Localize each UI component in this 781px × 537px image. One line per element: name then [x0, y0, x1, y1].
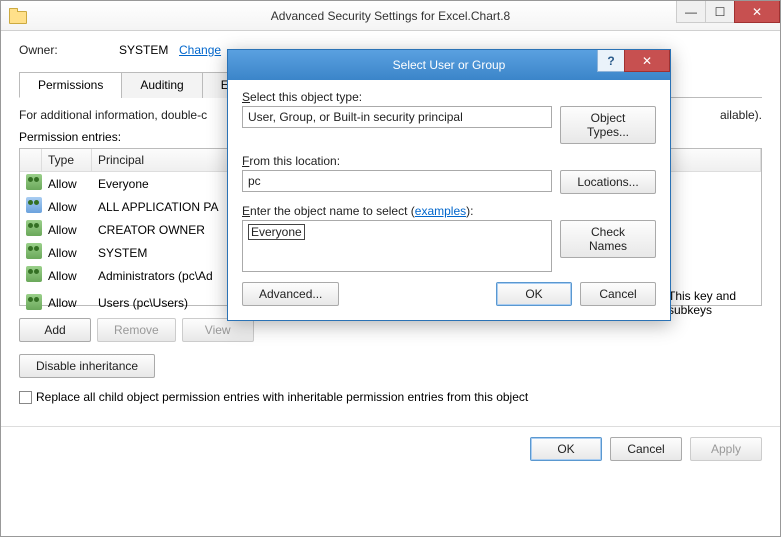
cell-type: Allow [46, 222, 96, 238]
cancel-button[interactable]: Cancel [610, 437, 682, 461]
user-group-icon [26, 174, 42, 190]
check-names-button[interactable]: Check Names [560, 220, 656, 258]
main-window-controls: — ☐ ✕ [677, 1, 780, 23]
folder-icon [9, 8, 25, 22]
dialog-titlebar: Select User or Group ? ✕ [228, 50, 670, 80]
entry-buttons: Add Remove View [19, 318, 762, 342]
inheritance-row: Disable inheritance [19, 354, 762, 378]
close-button[interactable]: ✕ [734, 1, 780, 23]
dialog-close-button[interactable]: ✕ [624, 50, 670, 72]
dialog-cancel-button[interactable]: Cancel [580, 282, 656, 306]
apply-button[interactable]: Apply [690, 437, 762, 461]
user-group-icon [26, 294, 42, 310]
replace-checkbox[interactable] [19, 391, 32, 404]
replace-row: Replace all child object permission entr… [19, 390, 762, 404]
owner-value: SYSTEM [119, 43, 179, 57]
cell-type: Allow [46, 199, 96, 215]
view-button[interactable]: View [182, 318, 254, 342]
object-types-button[interactable]: Object Types... [560, 106, 656, 144]
dialog-footer: Advanced... OK Cancel [242, 282, 656, 306]
dialog-title: Select User or Group [393, 58, 506, 72]
change-owner-link[interactable]: Change [179, 43, 221, 57]
maximize-button[interactable]: ☐ [705, 1, 735, 23]
cell-type: Allow [46, 268, 96, 284]
user-group-icon [26, 266, 42, 282]
ok-button[interactable]: OK [530, 437, 602, 461]
replace-label: Replace all child object permission entr… [36, 390, 528, 404]
object-name-label: Enter the object name to select (example… [242, 204, 656, 218]
remove-button[interactable]: Remove [97, 318, 176, 342]
user-group-icon [26, 243, 42, 259]
cell-type: Allow [46, 295, 96, 311]
add-button[interactable]: Add [19, 318, 91, 342]
info-text-right: ailable). [720, 108, 762, 122]
object-type-field[interactable]: User, Group, or Built-in security princi… [242, 106, 552, 128]
tab-auditing[interactable]: Auditing [121, 72, 202, 98]
info-text-left: For additional information, double-c [19, 108, 207, 122]
cell-type: Allow [46, 245, 96, 261]
object-name-value: Everyone [248, 224, 305, 240]
disable-inheritance-button[interactable]: Disable inheritance [19, 354, 155, 378]
locations-button[interactable]: Locations... [560, 170, 656, 194]
select-user-dialog: Select User or Group ? ✕ SSelect this ob… [227, 49, 671, 321]
location-label: From this location: [242, 154, 656, 168]
location-field[interactable]: pc [242, 170, 552, 192]
help-button[interactable]: ? [597, 50, 625, 72]
th-icon[interactable] [20, 149, 42, 171]
minimize-button[interactable]: — [676, 1, 706, 23]
main-footer: OK Cancel Apply [1, 426, 780, 471]
tab-permissions[interactable]: Permissions [19, 72, 122, 98]
dialog-body: SSelect this object type:elect this obje… [228, 80, 670, 320]
main-titlebar: Advanced Security Settings for Excel.Cha… [1, 1, 780, 31]
cell-applies: This key and subkeys [666, 288, 757, 318]
user-group-icon [26, 220, 42, 236]
th-type[interactable]: Type [42, 149, 92, 171]
examples-link[interactable]: examples [415, 204, 466, 218]
package-icon [26, 197, 42, 213]
object-name-field[interactable]: Everyone [242, 220, 552, 272]
owner-label: Owner: [19, 43, 119, 57]
dialog-ok-button[interactable]: OK [496, 282, 572, 306]
object-type-label: SSelect this object type:elect this obje… [242, 90, 656, 104]
advanced-button[interactable]: Advanced... [242, 282, 339, 306]
cell-type: Allow [46, 176, 96, 192]
main-window-title: Advanced Security Settings for Excel.Cha… [271, 9, 510, 23]
